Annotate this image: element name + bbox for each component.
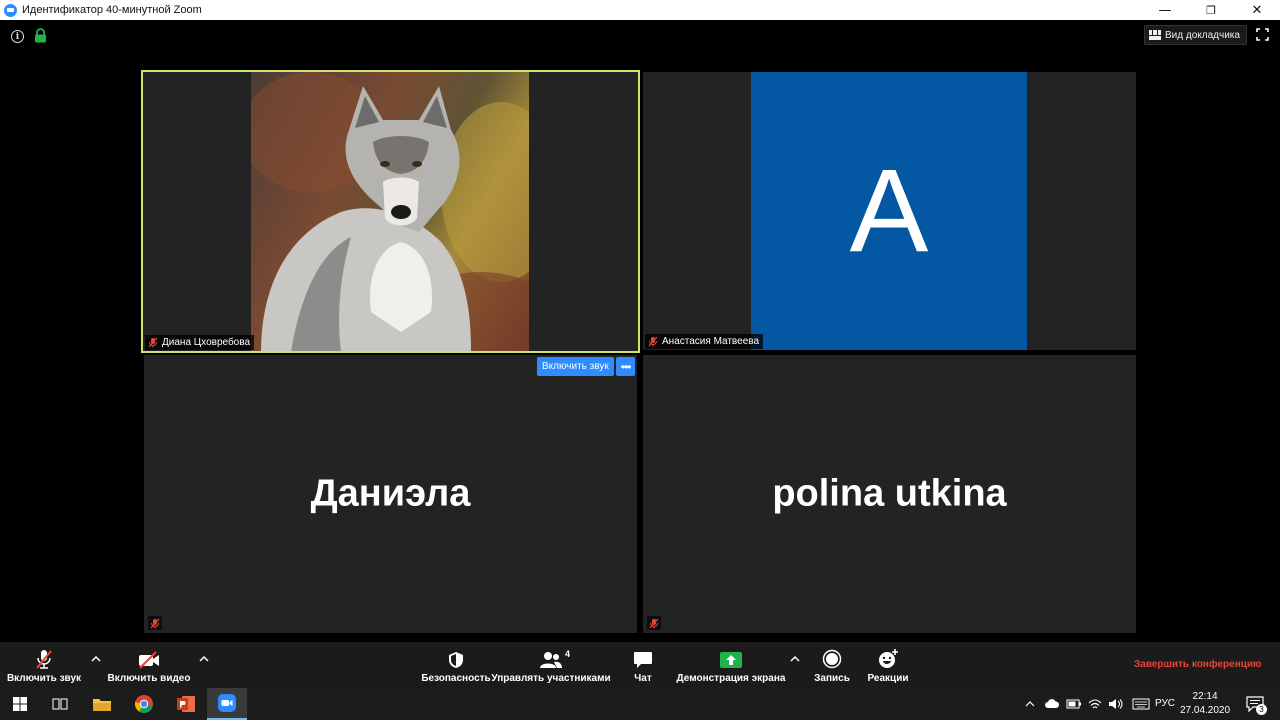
input-language[interactable]: РУС bbox=[1155, 698, 1175, 709]
participant-name-tag: Анастасия Матвеева bbox=[645, 334, 764, 349]
taskbar-chrome[interactable] bbox=[124, 688, 164, 720]
system-tray bbox=[1024, 688, 1150, 720]
zoom-app-icon bbox=[4, 3, 17, 17]
notifications-count: 3 bbox=[1256, 704, 1267, 715]
participants-icon bbox=[540, 652, 562, 668]
onedrive-cloud-icon[interactable] bbox=[1044, 699, 1060, 709]
ask-to-unmute-button[interactable]: Включить звук bbox=[537, 357, 614, 376]
unmute-button[interactable]: Включить звук bbox=[6, 642, 82, 688]
reactions-smiley-icon bbox=[879, 649, 898, 668]
task-view-icon bbox=[52, 698, 68, 710]
minimize-button[interactable]: — bbox=[1142, 0, 1188, 20]
muted-mic-icon bbox=[649, 618, 659, 628]
participants-count: 4 bbox=[565, 649, 571, 659]
record-icon bbox=[822, 649, 842, 669]
wifi-icon[interactable] bbox=[1088, 698, 1102, 710]
participant-name: Анастасия Матвеева bbox=[662, 336, 760, 347]
participant-name: Диана Цховребова bbox=[162, 337, 251, 348]
chat-button[interactable]: Чат bbox=[626, 642, 660, 688]
participant-name-tag: Диана Цховребова bbox=[145, 335, 255, 350]
wolf-image bbox=[251, 72, 529, 351]
close-button[interactable]: ✕ bbox=[1234, 0, 1280, 20]
meeting-toolbar: Включить звук Включить видео Безопасност… bbox=[0, 642, 1280, 688]
windows-taskbar bbox=[0, 688, 1280, 720]
clock-time: 22:14 bbox=[1192, 691, 1218, 702]
participant-avatar: A bbox=[751, 72, 1027, 350]
muted-mic-icon bbox=[150, 618, 160, 628]
share-screen-button[interactable]: Демонстрация экрана bbox=[676, 642, 786, 688]
shield-icon bbox=[449, 652, 463, 668]
record-button[interactable]: Запись bbox=[812, 642, 852, 688]
muted-mic-badge bbox=[647, 616, 661, 630]
restore-button[interactable]: ❐ bbox=[1188, 0, 1234, 20]
powerpoint-icon bbox=[177, 696, 195, 712]
encryption-lock-icon[interactable] bbox=[34, 28, 47, 43]
video-options-chevron-icon[interactable] bbox=[198, 654, 210, 664]
fullscreen-icon[interactable] bbox=[1256, 28, 1269, 41]
participant-display-name: Даниэла bbox=[310, 472, 471, 515]
video-tile-daniela[interactable]: Даниэла bbox=[144, 355, 637, 633]
muted-mic-icon bbox=[148, 337, 158, 348]
reactions-button[interactable]: Реакции bbox=[864, 642, 912, 688]
taskbar-clock[interactable]: 22:14 27.04.2020 bbox=[1180, 690, 1230, 718]
share-options-chevron-icon[interactable] bbox=[789, 654, 801, 664]
chat-icon bbox=[634, 652, 652, 668]
taskbar-zoom[interactable] bbox=[207, 688, 247, 720]
participant-display-name: polina utkina bbox=[772, 472, 1007, 515]
speaker-view-button[interactable]: Вид докладчика bbox=[1144, 25, 1247, 45]
video-tile-anastasia[interactable]: A Анастасия Матвеева bbox=[643, 72, 1136, 350]
manage-participants-button[interactable]: Управлять участниками bbox=[491, 642, 611, 688]
clock-date: 27.04.2020 bbox=[1180, 705, 1231, 716]
battery-icon[interactable] bbox=[1066, 699, 1082, 709]
audio-options-chevron-icon[interactable] bbox=[90, 654, 102, 664]
chrome-icon bbox=[134, 695, 153, 714]
start-video-label: Включить видео bbox=[107, 673, 191, 684]
video-tile-diana[interactable]: Диана Цховребова bbox=[141, 70, 640, 353]
chat-label: Чат bbox=[634, 673, 652, 684]
taskbar-powerpoint[interactable] bbox=[166, 688, 206, 720]
end-meeting-button[interactable]: Завершить конференцию bbox=[1134, 659, 1262, 670]
speaker-view-label: Вид докладчика bbox=[1165, 29, 1240, 41]
manage-participants-label: Управлять участниками bbox=[491, 673, 611, 684]
meeting-info-icon[interactable]: i bbox=[11, 30, 24, 43]
chevron-up-icon[interactable] bbox=[1024, 699, 1036, 709]
window-title: Идентификатор 40-минутной Zoom bbox=[22, 4, 202, 16]
participant-video bbox=[251, 72, 529, 351]
start-button[interactable] bbox=[0, 688, 40, 720]
tile-more-button[interactable]: ••• bbox=[616, 357, 635, 376]
security-button[interactable]: Безопасность bbox=[421, 642, 491, 688]
reactions-label: Реакции bbox=[867, 673, 909, 684]
muted-mic-icon bbox=[36, 650, 52, 669]
volume-icon[interactable] bbox=[1108, 698, 1124, 710]
taskbar-file-explorer[interactable] bbox=[82, 688, 122, 720]
security-label: Безопасность bbox=[421, 673, 491, 684]
video-tile-polina[interactable]: polina utkina bbox=[643, 355, 1136, 633]
zoom-icon bbox=[218, 694, 236, 712]
muted-mic-icon bbox=[648, 336, 658, 347]
share-screen-label: Демонстрация экрана bbox=[676, 673, 786, 684]
unmute-label: Включить звук bbox=[6, 673, 82, 684]
window-titlebar: Идентификатор 40-минутной Zoom — ❐ ✕ bbox=[0, 0, 1280, 20]
folder-icon bbox=[93, 699, 111, 711]
share-screen-icon bbox=[720, 652, 742, 668]
video-off-icon bbox=[139, 651, 159, 669]
record-label: Запись bbox=[814, 673, 850, 684]
notifications-button[interactable]: 3 bbox=[1244, 693, 1267, 715]
keyboard-icon[interactable] bbox=[1132, 698, 1150, 710]
muted-mic-badge bbox=[148, 616, 162, 630]
speaker-view-icon bbox=[1149, 30, 1161, 40]
start-video-button[interactable]: Включить видео bbox=[108, 642, 190, 688]
task-view-button[interactable] bbox=[40, 688, 80, 720]
windows-logo-icon bbox=[13, 697, 27, 711]
